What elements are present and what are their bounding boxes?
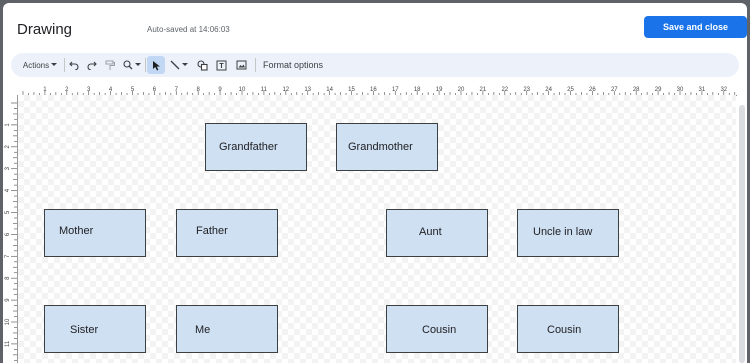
ruler-label: 11: [261, 87, 268, 93]
vertical-ruler: 1 2 3 4 5 6 7 8 9 10 11: [3, 95, 18, 363]
shape-label: Mother: [59, 225, 94, 237]
ruler-label: 14: [326, 87, 333, 93]
ruler-label: 1: [43, 87, 47, 93]
format-options-button[interactable]: Format options: [263, 53, 323, 77]
shape-cousin[interactable]: Cousin: [386, 305, 488, 353]
ruler-label: 1: [5, 123, 11, 127]
undo-icon[interactable]: [66, 53, 82, 77]
toolbar-divider: [64, 58, 65, 72]
ruler-label: 2: [5, 144, 11, 148]
toolbar-divider: [145, 58, 146, 72]
ruler-label: 17: [392, 87, 399, 93]
chevron-down-icon: [51, 63, 58, 67]
ruler-label: 29: [655, 87, 662, 93]
ruler-label: 25: [567, 87, 574, 93]
ruler-label: 8: [197, 87, 201, 93]
toolbar-divider: [255, 58, 256, 72]
ruler-label: 16: [370, 87, 377, 93]
shape-sister[interactable]: Sister: [44, 305, 146, 353]
ruler-label: 15: [348, 87, 355, 93]
shape-label: Cousin: [547, 324, 582, 336]
drawing-canvas[interactable]: Grandfather Grandmother Mother Father Au…: [18, 95, 736, 363]
save-and-close-button[interactable]: Save and close: [644, 16, 747, 38]
image-icon[interactable]: [233, 53, 249, 77]
toolbar: Actions Format options: [11, 53, 739, 77]
ruler-label: 23: [523, 87, 530, 93]
shape-label: Cousin: [422, 324, 457, 336]
shape-label: Grandmother: [348, 141, 413, 153]
ruler-label: 9: [218, 87, 222, 93]
chevron-down-icon: [182, 63, 188, 67]
ruler-label: 24: [545, 87, 552, 93]
ruler-label: 19: [436, 87, 443, 93]
shape-label: Father: [196, 225, 228, 237]
ruler-label: 4: [109, 87, 113, 93]
ruler-label: 30: [677, 87, 684, 93]
shape-label: Uncle in law: [533, 226, 593, 238]
shape-label: Sister: [70, 324, 99, 336]
line-menu[interactable]: [168, 53, 190, 77]
shape-icon[interactable]: [194, 53, 210, 77]
ruler-label: 26: [589, 87, 596, 93]
shape-label: Me: [195, 324, 211, 336]
shape-uncle-in-law[interactable]: Uncle in law: [517, 209, 619, 257]
chevron-down-icon: [135, 63, 141, 67]
ruler-label: 31: [699, 87, 706, 93]
ruler-label: 22: [501, 87, 508, 93]
shape-grandfather[interactable]: Grandfather: [205, 123, 307, 171]
ruler-label: 28: [633, 87, 640, 93]
shape-me[interactable]: Me: [176, 305, 278, 353]
redo-icon[interactable]: [84, 53, 100, 77]
line-icon: [170, 60, 180, 70]
ruler-label: 27: [611, 87, 618, 93]
ruler-label: 6: [153, 87, 157, 93]
ruler-label: 7: [175, 87, 179, 93]
shape-grandmother[interactable]: Grandmother: [336, 123, 438, 171]
ruler-label: 12: [282, 87, 289, 93]
zoom-menu[interactable]: [121, 53, 143, 77]
dialog-title: Drawing: [17, 21, 73, 38]
ruler-label: 8: [5, 276, 11, 280]
ruler-label: 20: [458, 87, 465, 93]
ruler-label: 32: [720, 87, 727, 93]
ruler-label: 10: [239, 87, 246, 93]
shape-cousin[interactable]: Cousin: [517, 305, 619, 353]
ruler-label: 9: [5, 298, 11, 302]
drawing-dialog: Drawing Auto-saved at 14:06:03 Save and …: [3, 3, 747, 363]
shape-father[interactable]: Father: [176, 209, 278, 257]
text-box-icon[interactable]: [213, 53, 229, 77]
ruler-label: 10: [5, 318, 11, 325]
shape-mother[interactable]: Mother: [44, 209, 146, 257]
paint-format-icon[interactable]: [102, 53, 118, 77]
shape-aunt[interactable]: Aunt: [386, 209, 488, 257]
ruler-label: 6: [5, 232, 11, 236]
ruler-label: 18: [414, 87, 421, 93]
ruler-label: 3: [5, 166, 11, 170]
actions-menu[interactable]: Actions: [19, 53, 61, 77]
ruler-label: 5: [131, 87, 135, 93]
actions-label: Actions: [22, 60, 50, 70]
zoom-icon: [123, 60, 133, 70]
ruler-label: 2: [65, 87, 69, 93]
ruler-label: 5: [5, 210, 11, 214]
shape-label: Grandfather: [219, 141, 278, 153]
autosave-status: Auto-saved at 14:06:03: [147, 25, 230, 34]
select-icon[interactable]: [147, 56, 165, 74]
vertical-scrollbar[interactable]: [739, 105, 745, 363]
ruler-label: 13: [304, 87, 311, 93]
ruler-label: 21: [480, 87, 487, 93]
ruler-label: 7: [5, 254, 11, 258]
ruler-label: 3: [87, 87, 91, 93]
ruler-label: 4: [5, 188, 11, 192]
ruler-label: 11: [5, 340, 11, 347]
shape-label: Aunt: [419, 226, 442, 238]
